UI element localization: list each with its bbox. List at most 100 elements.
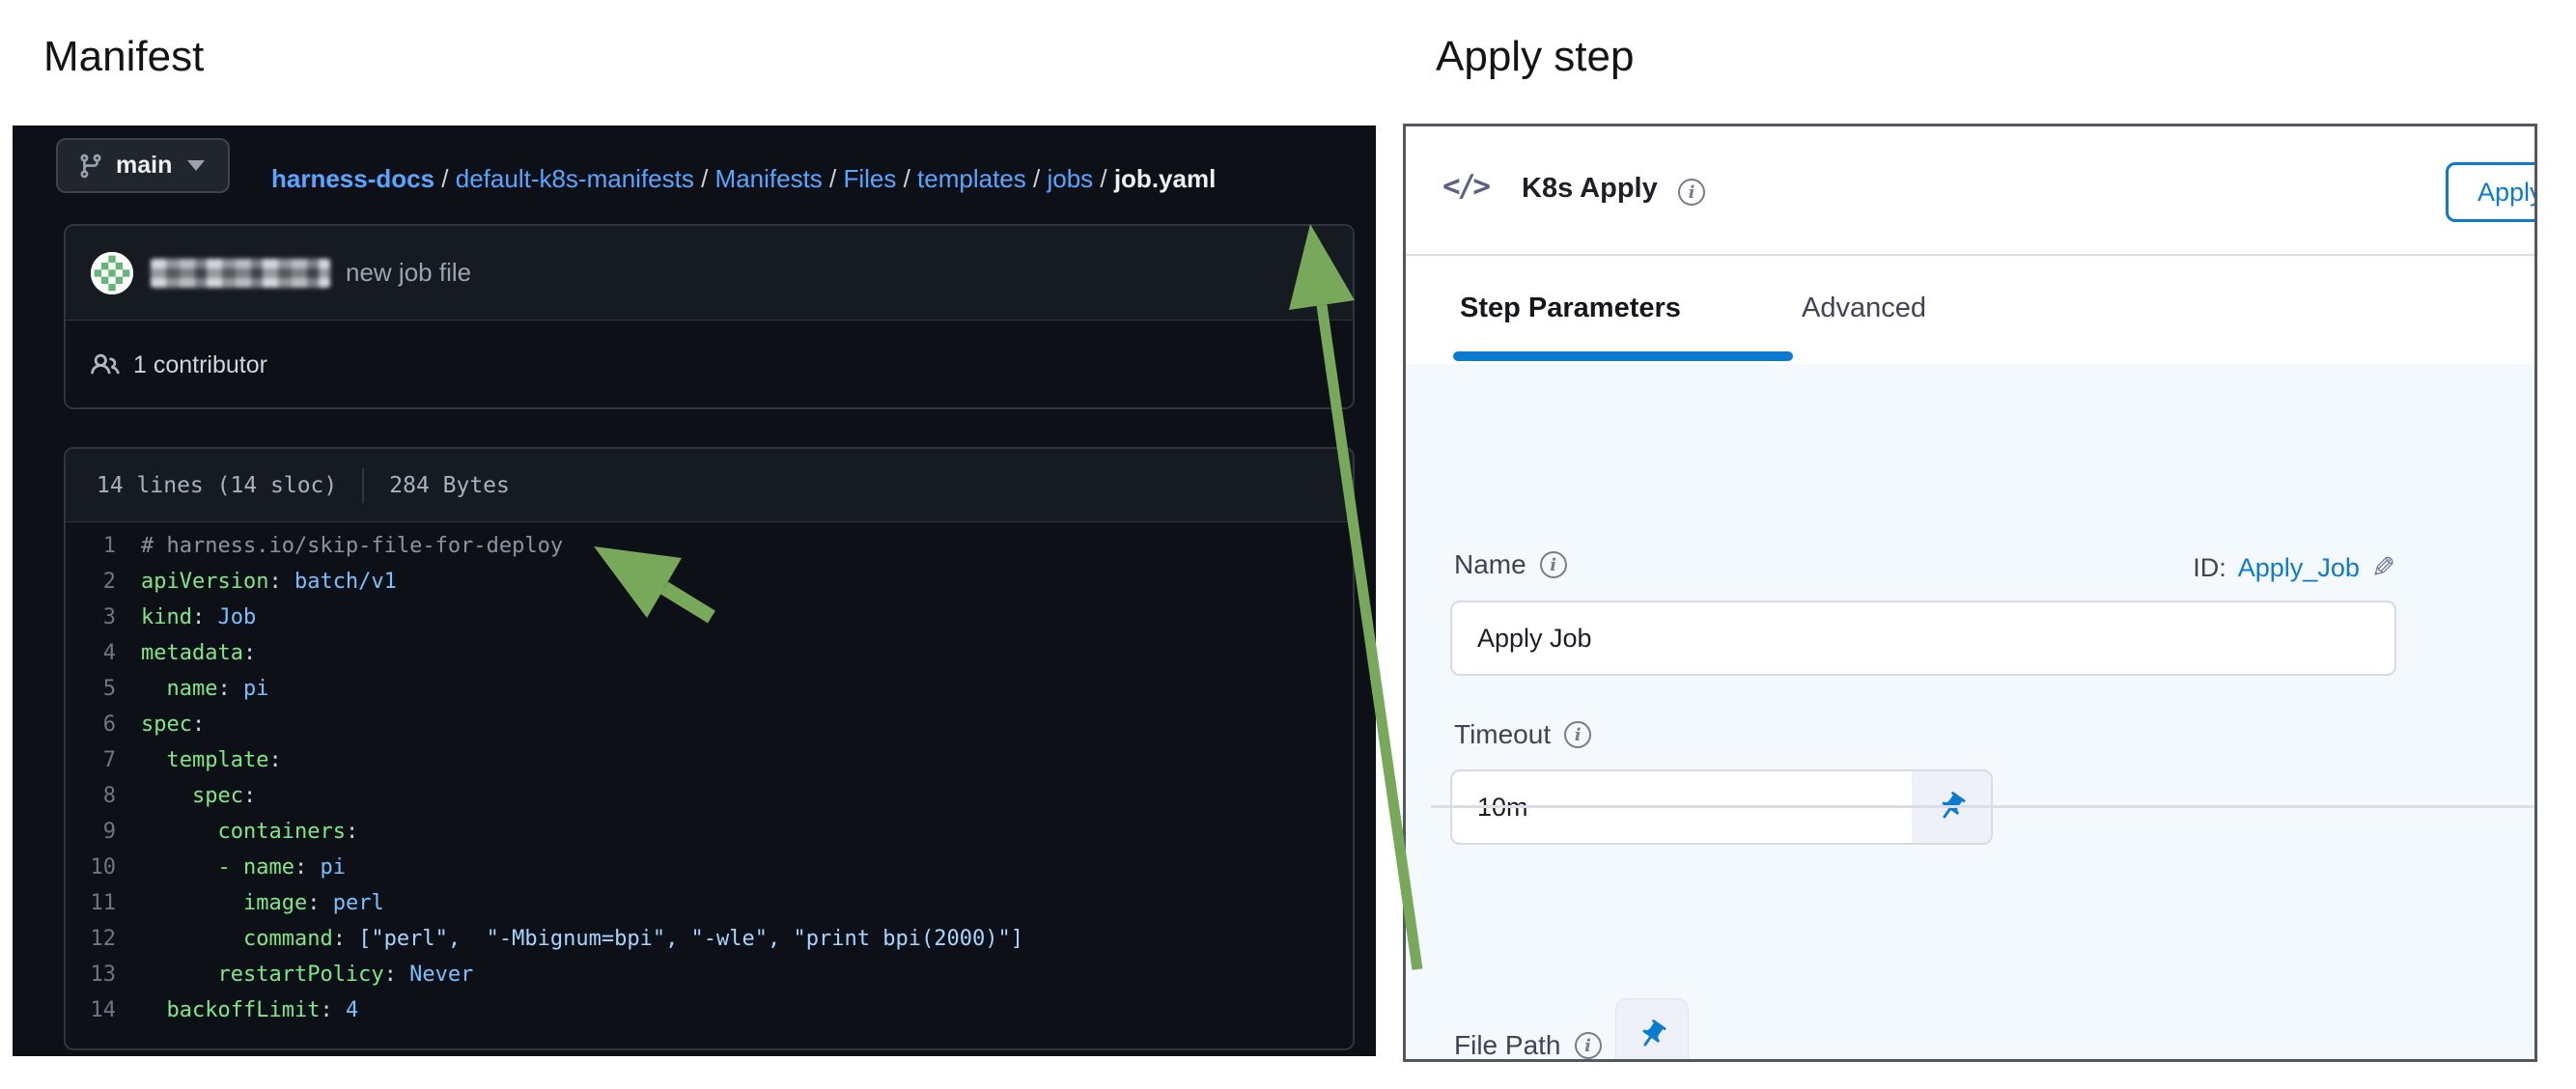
breadcrumb-separator: / [823,164,844,193]
file-content-box: 14 lines (14 sloc) 284 Bytes 1# harness.… [64,447,1355,1050]
name-field-label: Name [1454,549,1567,580]
code-line: 5 name: pi [66,671,1353,707]
code-line: 3 kind: Job [66,600,1353,635]
code-line: 12 command: ["perl", "-Mbignum=bpi", "-w… [66,921,1353,957]
file-path-field-label: File Path [1454,1030,1602,1061]
contributors-link[interactable]: 1 contributor [133,351,267,379]
file-meta-bar: 14 lines (14 sloc) 284 Bytes [66,449,1353,522]
breadcrumb-separator: / [896,164,917,193]
breadcrumb: harness-docs / default-k8s-manifests / M… [271,164,1216,194]
identicon [91,252,133,294]
file-lines-count: 14 lines (14 sloc) [97,473,337,498]
step-id-value[interactable]: Apply_Job [2238,553,2360,583]
info-icon[interactable] [1540,551,1567,578]
github-file-panel: main harness-docs / default-k8s-manifest… [13,126,1376,1056]
line-number[interactable]: 5 [66,671,116,707]
contributors-row: 1 contributor [66,321,1353,409]
breadcrumb-separator: / [1026,164,1048,193]
line-number[interactable]: 11 [66,885,116,921]
breadcrumb-item-Files[interactable]: Files [843,164,896,193]
redacted-author-name [151,259,330,288]
step-id-block: ID: Apply_Job [2193,551,2395,585]
line-number[interactable]: 12 [66,921,116,957]
code-text: backoffLimit: 4 [141,992,358,1028]
chevron-down-icon [187,160,205,171]
step-header: K8s Apply Apply [1406,126,2534,256]
pushpin-icon [1636,1019,1668,1051]
code-text: template: [141,742,282,778]
tab-step-parameters[interactable]: Step Parameters [1460,293,1681,324]
step-parameters-form: Name ID: Apply_Job Timeout [1406,364,2534,1059]
code-viewer: 1# harness.io/skip-file-for-deploy2 apiVe… [66,522,1353,1028]
breadcrumb-item-jobs[interactable]: jobs [1047,164,1093,193]
code-line: 13 restartPolicy: Never [66,957,1353,992]
breadcrumb-item-templates[interactable]: templates [917,164,1026,193]
code-text: command: ["perl", "-Mbignum=bpi", "-wle"… [141,921,1023,957]
line-number[interactable]: 3 [66,600,116,635]
code-text: restartPolicy: Never [141,957,473,992]
info-icon[interactable] [1678,179,1705,206]
file-size: 284 Bytes [389,473,510,498]
code-text: apiVersion: batch/v1 [141,564,397,600]
branch-name: main [116,152,172,180]
code-text: image: perl [141,885,384,921]
breadcrumb-separator: / [694,164,715,193]
code-text: metadata: [141,635,256,671]
section-divider [1431,805,2534,808]
line-number[interactable]: 13 [66,957,116,992]
screenshot-stage: Manifest Apply step main harness-docs / … [0,0,2576,1089]
code-line: 14 backoffLimit: 4 [66,992,1353,1028]
code-text: kind: Job [141,600,256,635]
people-icon [91,350,120,379]
code-line: 9 containers: [66,814,1353,850]
line-number[interactable]: 9 [66,814,116,850]
code-text: - name: pi [141,850,346,885]
code-text: name: pi [141,671,268,707]
line-number[interactable]: 4 [66,635,116,671]
line-number[interactable]: 10 [66,850,116,885]
code-line: 4 metadata: [66,635,1353,671]
timeout-field-label: Timeout [1454,719,1591,750]
id-prefix: ID: [2193,553,2226,583]
file-path-pin-button[interactable] [1615,998,1689,1062]
breadcrumb-item-job.yaml: job.yaml [1114,164,1216,193]
step-title: K8s Apply [1522,173,1658,205]
breadcrumb-separator: / [1093,164,1114,193]
git-branch-icon [77,153,104,180]
manifest-section-title: Manifest [43,33,204,81]
line-number[interactable]: 14 [66,992,116,1028]
line-number[interactable]: 2 [66,564,116,600]
apply-step-section-title: Apply step [1436,33,1634,81]
name-input[interactable] [1450,600,2396,676]
code-line: 6 spec: [66,707,1353,742]
file-path-label-text: File Path [1454,1030,1561,1061]
line-number[interactable]: 7 [66,742,116,778]
active-tab-underline [1453,351,1793,361]
line-number[interactable]: 6 [66,707,116,742]
info-icon[interactable] [1564,721,1591,748]
breadcrumb-item-default-k8s-manifests[interactable]: default-k8s-manifests [456,164,694,193]
code-line: 10 - name: pi [66,850,1353,885]
code-text: spec: [141,778,256,814]
commit-message[interactable]: new job file [346,258,471,288]
line-number[interactable]: 1 [66,528,116,564]
apply-changes-button[interactable]: Apply [2446,162,2537,222]
info-icon[interactable] [1575,1032,1602,1059]
breadcrumb-item-harness-docs[interactable]: harness-docs [271,164,434,193]
k8s-apply-step-panel: K8s Apply Apply Step Parameters Advanced… [1403,124,2537,1062]
avatar[interactable] [91,252,133,294]
line-number[interactable]: 8 [66,778,116,814]
timeout-label-text: Timeout [1454,719,1551,750]
code-line: 2 apiVersion: batch/v1 [66,564,1353,600]
code-step-icon [1442,169,1488,204]
breadcrumb-item-Manifests[interactable]: Manifests [715,164,823,193]
breadcrumb-separator: / [434,164,456,193]
branch-selector-button[interactable]: main [56,138,230,193]
commit-row: new job file [66,226,1353,321]
code-line: 11 image: perl [66,885,1353,921]
code-line: 1# harness.io/skip-file-for-deploy [66,528,1353,564]
pencil-icon[interactable] [2371,551,2395,585]
tab-advanced[interactable]: Advanced [1802,293,1926,324]
code-text: spec: [141,707,205,742]
code-text: containers: [141,814,358,850]
